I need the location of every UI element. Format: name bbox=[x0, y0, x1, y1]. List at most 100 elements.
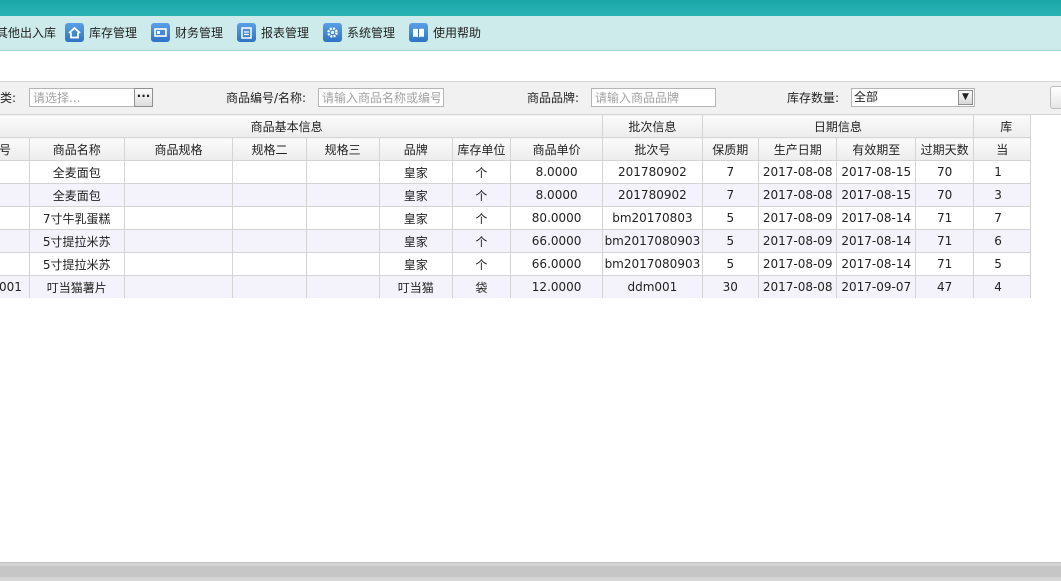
column-header[interactable]: 品牌 bbox=[378, 137, 453, 161]
column-header[interactable]: 规格三 bbox=[305, 137, 380, 161]
group-header-basic: 商品基本信息 bbox=[0, 114, 604, 138]
table-cell bbox=[305, 275, 380, 298]
table-cell: 7 bbox=[973, 206, 1031, 230]
table-cell bbox=[305, 206, 380, 230]
table-cell: 个 bbox=[451, 183, 512, 207]
table-cell: 71 bbox=[914, 229, 975, 253]
table-cell: ddm001 bbox=[602, 275, 703, 298]
table-body: 全麦面包 皇家个 8.0000 201780902 7 2017-08-08 2017-08… bbox=[0, 160, 1031, 298]
table-cell: 6 bbox=[973, 229, 1031, 253]
table-row[interactable]: 001 叮当猫薯片 叮当猫袋 12.0000 ddm001 30 2017-08-08 201… bbox=[0, 275, 1031, 298]
table-row[interactable]: 5寸提拉米苏 皇家个 66.0000 bm2017080903 5 2017-08-09 2… bbox=[0, 252, 1031, 276]
qty-label: 库存数量: bbox=[787, 91, 840, 105]
gear-icon bbox=[323, 23, 342, 42]
table-cell: 皇家 bbox=[378, 252, 453, 276]
category-picker-button[interactable]: ··· bbox=[134, 88, 153, 107]
table-cell: 5 bbox=[701, 252, 759, 276]
qty-select-value: 全部 bbox=[854, 90, 879, 104]
table-cell bbox=[123, 160, 234, 184]
table-cell: 袋 bbox=[451, 275, 512, 298]
column-header[interactable]: 商品名称 bbox=[28, 137, 125, 161]
table-cell bbox=[232, 183, 307, 207]
inventory-grid: 商品基本信息 批次信息 日期信息 库 号商品名称 商品规格 规格二 规格三 品牌 库存单位… bbox=[0, 114, 1061, 298]
menu-item-inventory[interactable]: 库存管理 bbox=[65, 16, 140, 50]
table-cell: bm2017080903 bbox=[602, 252, 703, 276]
table-cell: 71 bbox=[914, 206, 975, 230]
main-menu-bar: 其他出入库 库存管理 财务管理 报表管理 系统管理 使用帮助 bbox=[0, 16, 1061, 51]
table-row[interactable]: 全麦面包 皇家个 8.0000 201780902 7 2017-08-08 2017-08… bbox=[0, 160, 1031, 184]
table-cell: 66.0000 bbox=[510, 252, 604, 276]
column-header[interactable]: 有效期至 bbox=[836, 137, 916, 161]
table-cell bbox=[0, 252, 30, 276]
menu-item-finance[interactable]: 财务管理 bbox=[151, 16, 226, 50]
column-header[interactable]: 批次号 bbox=[602, 137, 703, 161]
table-cell bbox=[232, 252, 307, 276]
home-icon bbox=[65, 23, 84, 42]
table-cell: 皇家 bbox=[378, 183, 453, 207]
table-row[interactable]: 7寸牛乳蛋糕 皇家个 80.0000 bm20170803 5 2017-08-09 201… bbox=[0, 206, 1031, 230]
column-header[interactable]: 规格二 bbox=[232, 137, 307, 161]
table-cell: 5 bbox=[973, 252, 1031, 276]
table-cell: 30 bbox=[701, 275, 759, 298]
table-cell: 70 bbox=[914, 160, 975, 184]
scrollbar-thumb[interactable] bbox=[0, 566, 1061, 577]
table-cell: 个 bbox=[451, 160, 512, 184]
table-cell bbox=[123, 252, 234, 276]
table-cell: 7寸牛乳蛋糕 bbox=[28, 206, 125, 230]
column-header[interactable]: 生产日期 bbox=[757, 137, 838, 161]
table-cell bbox=[123, 206, 234, 230]
column-header[interactable]: 商品规格 bbox=[123, 137, 234, 161]
menu-item-system[interactable]: 系统管理 bbox=[323, 16, 398, 50]
table-cell: 70 bbox=[914, 183, 975, 207]
toolbar-button-partial[interactable] bbox=[1050, 86, 1061, 109]
table-cell: 个 bbox=[451, 206, 512, 230]
table-cell: 5寸提拉米苏 bbox=[28, 229, 125, 253]
table-cell: 8.0000 bbox=[510, 183, 604, 207]
table-cell: 8.0000 bbox=[510, 160, 604, 184]
column-header-row: 号商品名称 商品规格 规格二 规格三 品牌 库存单位 商品单价 批次号 保质期 生产日期 有效期至过… bbox=[0, 137, 1031, 161]
category-label: 类: bbox=[0, 91, 17, 105]
column-header[interactable]: 保质期 bbox=[701, 137, 759, 161]
table-cell: 2017-08-09 bbox=[757, 252, 838, 276]
column-header[interactable]: 过期天数 bbox=[914, 137, 975, 161]
table-row[interactable]: 全麦面包 皇家个 8.0000 201780902 7 2017-08-08 2017-08… bbox=[0, 183, 1031, 207]
table-cell: 2017-08-09 bbox=[757, 229, 838, 253]
menu-item-reports[interactable]: 报表管理 bbox=[237, 16, 312, 50]
table-cell: 7 bbox=[701, 183, 759, 207]
menu-label: 库存管理 bbox=[89, 26, 138, 40]
code-search-input[interactable] bbox=[318, 88, 444, 107]
menu-label: 使用帮助 bbox=[433, 26, 482, 40]
table-cell: 201780902 bbox=[602, 160, 703, 184]
table-cell: 201780902 bbox=[602, 183, 703, 207]
table-cell bbox=[0, 160, 30, 184]
table-cell: 7 bbox=[701, 160, 759, 184]
table-cell: bm20170803 bbox=[602, 206, 703, 230]
menu-item-help[interactable]: 使用帮助 bbox=[409, 16, 484, 50]
column-header[interactable]: 库存单位 bbox=[451, 137, 512, 161]
table-cell: 2017-08-08 bbox=[757, 275, 838, 298]
table-cell: 2017-08-14 bbox=[836, 252, 916, 276]
column-header[interactable]: 商品单价 bbox=[510, 137, 604, 161]
horizontal-scrollbar[interactable] bbox=[0, 562, 1061, 581]
category-input[interactable] bbox=[29, 88, 135, 107]
column-header[interactable]: 当 bbox=[973, 137, 1031, 161]
table-cell: 叮当猫 bbox=[378, 275, 453, 298]
table-cell: 3 bbox=[973, 183, 1031, 207]
table-cell: 2017-08-15 bbox=[836, 183, 916, 207]
table-cell: 5寸提拉米苏 bbox=[28, 252, 125, 276]
table-cell bbox=[0, 229, 30, 253]
table-row[interactable]: 5寸提拉米苏 皇家个 66.0000 bm2017080903 5 2017-08-09 2… bbox=[0, 229, 1031, 253]
group-header-extra: 库 bbox=[973, 114, 1031, 138]
book-icon bbox=[409, 23, 428, 42]
group-header-date: 日期信息 bbox=[701, 114, 975, 138]
table-cell: bm2017080903 bbox=[602, 229, 703, 253]
table-cell: 1 bbox=[973, 160, 1031, 184]
table-cell: 个 bbox=[451, 252, 512, 276]
title-bar bbox=[0, 0, 1061, 16]
table-cell: 2017-08-08 bbox=[757, 183, 838, 207]
qty-select[interactable]: 全部 ▼ bbox=[851, 88, 975, 107]
chevron-down-icon[interactable]: ▼ bbox=[958, 90, 973, 105]
brand-input[interactable] bbox=[591, 88, 716, 107]
table-cell: 2017-08-14 bbox=[836, 229, 916, 253]
column-header[interactable]: 号 bbox=[0, 137, 30, 161]
